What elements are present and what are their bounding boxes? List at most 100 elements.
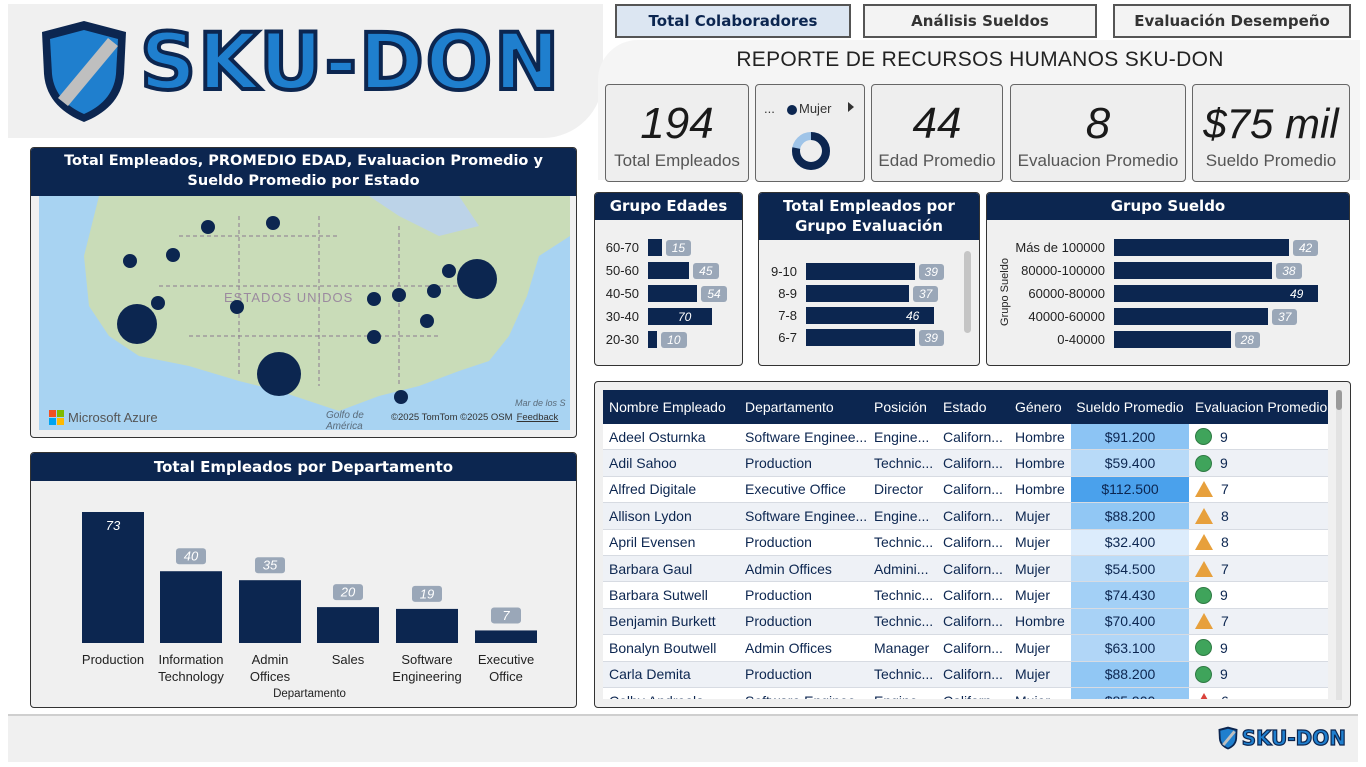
kpi-evaluacion-promedio[interactable]: 8 Evaluacion Promedio [1010, 84, 1186, 182]
bar[interactable] [806, 285, 909, 302]
table-row[interactable]: Benjamin Burkett Production Technic... Cali… [603, 608, 1328, 636]
employee-table-card[interactable]: Nombre Empleado Departamento Posición Es… [594, 381, 1351, 708]
usa-map[interactable]: ESTADOS UNIDOS Microsoft Azure Golfo de … [39, 196, 570, 430]
kpi-edad-promedio[interactable]: 44 Edad Promedio [871, 84, 1003, 182]
bar-row[interactable]: 50-60 45 [595, 262, 719, 279]
map-bubble[interactable] [117, 304, 157, 344]
bar[interactable] [648, 331, 658, 348]
bar-row[interactable]: 20-30 10 [595, 331, 687, 348]
table-row[interactable]: Barbara Sutwell Production Technic... Calif… [603, 582, 1328, 609]
col-header-posicion[interactable]: Posición [868, 399, 937, 415]
table-row[interactable]: Adeel Osturnka Software Enginee... Engine.… [603, 424, 1328, 451]
col-header-nombre[interactable]: Nombre Empleado [603, 399, 739, 415]
legend-next-icon[interactable] [848, 102, 854, 112]
table-row[interactable]: Barbara Gaul Admin Offices Admini... Califo… [603, 555, 1328, 583]
kpi-gender-donut[interactable]: ... Mujer [755, 84, 865, 182]
bar[interactable] [648, 285, 698, 302]
table-scrollbar-track[interactable] [1336, 390, 1342, 700]
table-row[interactable]: April Evensen Production Technic... Califor… [603, 529, 1328, 556]
col-header-genero[interactable]: Género [1009, 399, 1071, 415]
footer-shield-icon [1218, 726, 1238, 750]
cell-evaluacion: 9 [1189, 665, 1328, 683]
grupo-evaluacion-card[interactable]: Total Empleados por Grupo Evaluación 9-1… [758, 192, 980, 366]
bar-row[interactable]: 0-40000 28 [1003, 331, 1260, 348]
bar[interactable] [806, 263, 915, 280]
bar-row[interactable]: 6-7 39 [759, 329, 944, 346]
map-bubble[interactable] [257, 352, 301, 396]
kpi-sueldo-promedio[interactable]: $75 mil Sueldo Promedio [1192, 84, 1350, 182]
cell-posicion: Engine... [868, 693, 937, 699]
bar-row[interactable]: 7-8 46 [759, 307, 934, 324]
table-scrollbar-thumb[interactable] [1336, 390, 1342, 410]
evaluacion-value: 6 [1221, 693, 1229, 699]
dept-bar[interactable] [239, 580, 301, 643]
bar[interactable] [1114, 331, 1231, 348]
map-card[interactable]: Total Empleados, PROMEDIO EDAD, Evaluaci… [30, 147, 577, 438]
dept-bar[interactable] [160, 571, 222, 643]
table-body[interactable]: Adeel Osturnka Software Enginee... Engine.… [603, 424, 1328, 699]
map-bubble[interactable] [392, 288, 406, 302]
bar-row[interactable]: 40000-60000 37 [1003, 308, 1298, 325]
map-bubble[interactable] [442, 264, 456, 278]
table-row[interactable]: Carla Demita Production Technic... Californ… [603, 661, 1328, 688]
table-row[interactable]: Colby AndreolaSoftware Enginee...Engine.… [603, 687, 1328, 699]
bar-row[interactable]: Más de 100000 42 [1003, 239, 1319, 256]
employee-table[interactable]: Nombre Empleado Departamento Posición Es… [603, 390, 1328, 699]
map-bubble[interactable] [266, 216, 280, 230]
evaluacion-value: 8 [1221, 507, 1229, 524]
map-bubble[interactable] [166, 248, 180, 262]
dept-chart-card[interactable]: Total Empleados por Departamento 73 Produ… [30, 452, 577, 708]
bar[interactable] [806, 329, 915, 346]
col-header-estado[interactable]: Estado [937, 399, 1009, 415]
map-bubble[interactable] [367, 330, 381, 344]
map-bubble[interactable] [367, 292, 381, 306]
bar[interactable] [1114, 262, 1273, 279]
bar-row[interactable]: 30-40 70 [595, 308, 712, 325]
warning-triangle-icon [1195, 507, 1213, 524]
bar-row[interactable]: 40-50 54 [595, 285, 727, 302]
map-bubble[interactable] [123, 254, 137, 268]
table-row[interactable]: Allison Lydon Software Enginee... Engine..… [603, 503, 1328, 530]
bar-row[interactable]: 60-70 15 [595, 239, 692, 256]
bar[interactable] [1114, 308, 1269, 325]
map-bubble[interactable] [427, 284, 441, 298]
dept-bar[interactable] [317, 607, 379, 643]
table-row[interactable]: Alfred Digitale Executive Office Director C… [603, 476, 1328, 504]
bar-category-label: 20-30 [605, 332, 639, 347]
kpi-label: Total Empleados [614, 151, 740, 170]
bar[interactable] [648, 239, 662, 256]
legend-ellipsis[interactable]: ... [764, 101, 775, 116]
feedback-link[interactable]: Feedback [517, 412, 559, 423]
tab-evaluacion-desempeno[interactable]: Evaluación Desempeño [1113, 4, 1351, 38]
grupo-edades-card[interactable]: Grupo Edades 60-70 15 50-60 45 40-50 54 30-40 7… [594, 192, 743, 366]
map-bubble[interactable] [457, 259, 497, 299]
col-header-sueldo[interactable]: Sueldo Promedio [1071, 399, 1189, 415]
bar[interactable] [648, 262, 690, 279]
evaluacion-scrollbar[interactable] [964, 251, 971, 333]
map-bubble[interactable] [151, 296, 165, 310]
bar-row[interactable]: 9-10 39 [759, 263, 944, 280]
map-bubble[interactable] [394, 390, 408, 404]
col-header-departamento[interactable]: Departamento [739, 399, 868, 415]
tab-total-colaboradores[interactable]: Total Colaboradores [615, 4, 851, 38]
kpi-total-empleados[interactable]: 194 Total Empleados [605, 84, 749, 182]
bar[interactable] [1114, 239, 1289, 256]
dept-bar[interactable] [396, 608, 458, 643]
table-row[interactable]: Adil Sahoo Production Technic... Californ..… [603, 450, 1328, 477]
dept-data-label: 73 [106, 518, 121, 533]
bar-category-label: 8-9 [778, 286, 797, 301]
bar-value-label: 46 [906, 308, 920, 323]
bar-row[interactable]: 60000-80000 49 [1003, 285, 1318, 302]
map-bubble[interactable] [201, 220, 215, 234]
cell-departamento: Executive Office [745, 481, 846, 498]
table-row[interactable]: Bonalyn Boutwell Admin Offices Manager Cali… [603, 635, 1328, 662]
map-bubble[interactable] [420, 314, 434, 328]
col-header-evaluacion[interactable]: Evaluacion Promedio [1189, 399, 1328, 415]
bar-row[interactable]: 80000-100000 38 [1003, 262, 1302, 279]
grupo-sueldo-card[interactable]: Grupo Sueldo Grupo Sueldo Más de 100000 4… [986, 192, 1350, 366]
bar-row[interactable]: 8-9 37 [759, 285, 939, 302]
dept-bar[interactable] [475, 630, 537, 643]
tab-analisis-sueldos[interactable]: Análisis Sueldos [863, 4, 1097, 38]
status-circle-icon [1195, 639, 1212, 657]
map-bubble[interactable] [230, 300, 244, 314]
